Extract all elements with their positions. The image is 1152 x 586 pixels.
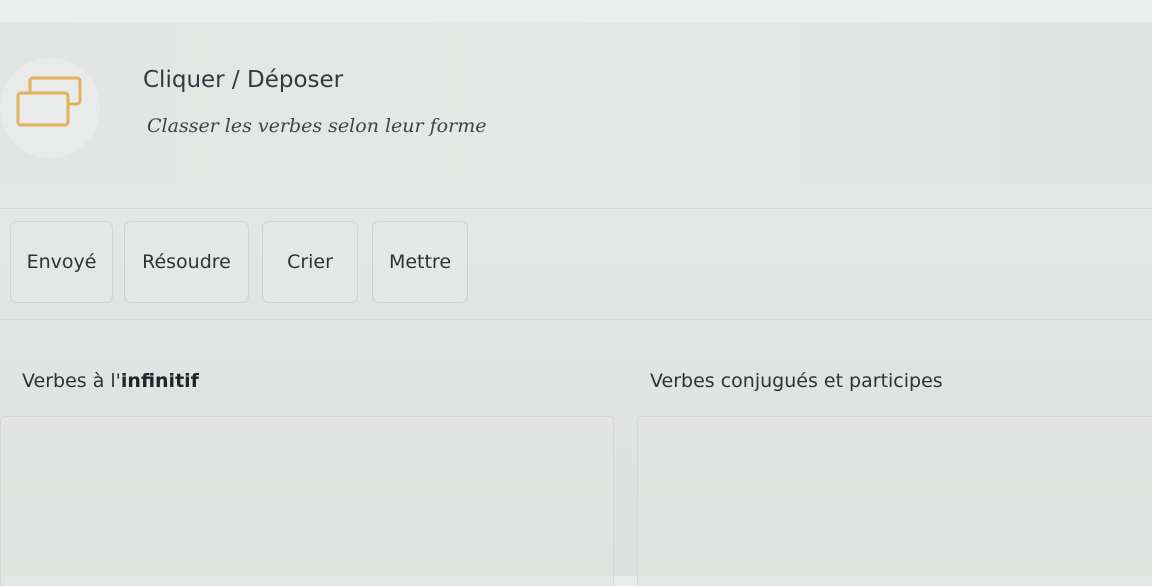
activity-instructions: Classer les verbes selon leur forme [147, 115, 487, 137]
dropzone-infinitive[interactable] [0, 416, 614, 586]
column-label-conjugated: Verbes conjugués et participes [650, 370, 943, 392]
draggable-word-envoye[interactable]: Envoyé [10, 221, 113, 303]
column-label-infinitive: Verbes à l'infinitif [22, 370, 199, 392]
column-label-infinitive-bold: infinitif [120, 370, 199, 392]
top-band [0, 0, 1152, 22]
activity-icon-badge [0, 58, 100, 158]
draggable-word-crier[interactable]: Crier [262, 221, 358, 303]
activity-header: Cliquer / Déposer Classer les verbes sel… [0, 22, 1152, 184]
dropzone-conjugated[interactable] [637, 416, 1152, 586]
draggable-word-mettre[interactable]: Mettre [372, 221, 468, 303]
activity-title: Cliquer / Déposer [143, 67, 344, 93]
column-label-infinitive-prefix: Verbes à l' [22, 370, 121, 392]
drag-drop-icon [16, 76, 82, 127]
draggable-word-resoudre[interactable]: Résoudre [124, 221, 249, 303]
word-bank: Envoyé Résoudre Crier Mettre [0, 208, 1152, 320]
